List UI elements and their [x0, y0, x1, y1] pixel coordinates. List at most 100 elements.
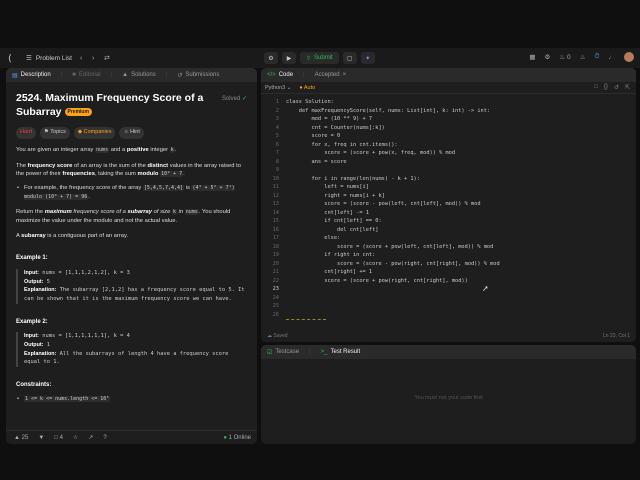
language-select[interactable]: Python3 ⌄: [265, 85, 291, 91]
code-line: 16 del cnt[left]: [261, 226, 636, 235]
code-line: 15 if cnt[left] == 0:: [261, 217, 636, 226]
settings-icon[interactable]: ⚙: [545, 53, 551, 61]
code-text: mod = (10 ** 9) + 7: [286, 116, 373, 122]
problem-title: 2524. Maximum Frequency Score of a Subar…: [16, 92, 204, 118]
line-number: 16: [272, 226, 279, 233]
bookmark-icon[interactable]: □: [594, 84, 598, 91]
prev-problem-icon[interactable]: ‹: [80, 55, 82, 62]
expand-icon[interactable]: ⇱: [625, 84, 630, 91]
code-line: 4 cnt = Counter(nums[:k]): [261, 124, 636, 133]
bell-icon[interactable]: ♩: [609, 54, 616, 61]
inline-code: 1 <= k <= nums.length <= 10⁵: [24, 395, 111, 402]
share-button[interactable]: ↗: [88, 434, 93, 441]
bold-text: subarray: [21, 232, 46, 239]
hint-button[interactable]: ☼ Hint: [119, 127, 144, 140]
code-editor[interactable]: 1 class Solution: 2 def maxFrequencyScore(…: [261, 98, 636, 328]
example-input: Input: nums = [1,1,1,2,1,2], k = 3: [24, 269, 247, 278]
streak-count: 0: [566, 54, 571, 61]
code-line: 17 else:: [261, 234, 636, 243]
line-number: 23: [272, 286, 279, 292]
text: .: [174, 147, 177, 154]
example-title: Example 1:: [16, 255, 48, 262]
example-output: Output: 5: [24, 278, 247, 287]
difficulty-badge: Hard: [16, 127, 36, 140]
tab-accepted[interactable]: Accepted ×: [315, 72, 347, 78]
star-button[interactable]: ☆: [73, 434, 78, 441]
example-box: Input: nums = [1,1,1,2,1,2], k = 3 Outpu…: [16, 269, 247, 304]
tab-submissions[interactable]: ↺ Submissions: [177, 72, 219, 79]
tab-code[interactable]: </> Code: [267, 72, 293, 78]
code-line: 1 class Solution:: [261, 98, 636, 107]
lock-icon: ◆: [77, 129, 83, 136]
run-button[interactable]: ▶: [282, 52, 296, 64]
avatar[interactable]: [624, 52, 634, 62]
divider: |: [303, 72, 305, 78]
bold-text: frequency score: [27, 162, 73, 169]
close-icon[interactable]: ×: [343, 72, 347, 78]
line-number: 22: [272, 277, 279, 284]
tab-description[interactable]: ▤ Description: [12, 72, 51, 79]
submit-button[interactable]: ⇧ Submit: [300, 52, 339, 64]
label: Output:: [24, 341, 44, 348]
timer-icon[interactable]: ⏱: [594, 53, 599, 61]
code-line: 20 score = (score - pow(right, cnt[right…: [261, 260, 636, 269]
ai-button[interactable]: ✦: [360, 52, 375, 64]
reset-icon[interactable]: ↺: [614, 84, 619, 91]
tab-editorial[interactable]: ■ Editorial: [72, 72, 100, 78]
shuffle-icon[interactable]: ⇄: [104, 55, 110, 62]
layout-icon[interactable]: ▦: [529, 53, 535, 61]
notification-icon[interactable]: ♨: [580, 53, 586, 61]
code-text: score = (score + pow(x, freq, mod)) % mo…: [286, 150, 456, 156]
code-text: if right in cnt:: [286, 252, 376, 258]
tab-label: Description: [20, 72, 51, 78]
code-line: 25: [261, 302, 636, 311]
code-line: 2 def maxFrequencyScore(self, nums: List…: [261, 107, 636, 116]
companies-button[interactable]: ◆ Companies: [73, 127, 116, 140]
topics-button[interactable]: ⚑ Topics: [39, 127, 70, 140]
debug-button[interactable]: ⚙: [264, 52, 278, 64]
notes-button[interactable]: ▢: [342, 52, 357, 64]
editor-actions: □ {} ↺ ⇱: [594, 84, 630, 91]
companies-label: Companies: [83, 129, 112, 136]
dislike-button[interactable]: ▼: [38, 435, 44, 441]
braces-icon[interactable]: {}: [604, 84, 608, 91]
bold-text: subarray: [127, 209, 153, 216]
cursor-position: Ln 23, Col 1: [603, 333, 630, 339]
code-text: score = (score - pow(left, cnt[left], mo…: [286, 201, 481, 207]
line-number: 17: [272, 235, 279, 241]
lint-warning: [286, 318, 326, 320]
nav-arrows: ‹ › ⇄: [72, 54, 110, 62]
example-box: Input: nums = [1,1,1,1,1,1], k = 4 Outpu…: [16, 332, 247, 367]
inline-code: nums: [184, 209, 199, 216]
next-problem-icon[interactable]: ›: [92, 55, 94, 62]
line-number: 10: [272, 175, 279, 182]
code-text: cnt[right] += 1: [286, 269, 373, 275]
problem-list-button[interactable]: ☰ Problem List: [26, 54, 72, 63]
line-number: 18: [272, 243, 279, 250]
tab-testcase[interactable]: ☑ Testcase: [267, 349, 299, 356]
line-number: 1: [275, 99, 279, 105]
code-line: 12 right = nums[i + k]: [261, 192, 636, 201]
code-icon: </>: [267, 72, 276, 78]
comments-button[interactable]: □ 4: [54, 435, 63, 441]
leetcode-logo-icon[interactable]: ⟨: [8, 53, 18, 63]
tab-solutions[interactable]: ▲ Solutions: [122, 72, 156, 78]
text: integer: [148, 147, 170, 154]
tag-icon: ⚑: [43, 129, 49, 136]
divider: |: [60, 72, 63, 78]
help-button[interactable]: ?: [103, 435, 106, 441]
text: For example, the frequency score of the …: [24, 185, 143, 192]
auto-mode[interactable]: ● Auto: [299, 85, 315, 91]
value: The subarray [2,1,2] has a frequency sco…: [24, 287, 245, 302]
editor-toolbar: Python3 ⌄ ● Auto: [261, 82, 636, 94]
comment-count: 4: [59, 434, 63, 441]
line-number: 2: [275, 107, 279, 114]
like-button[interactable]: ▲ 25: [14, 435, 28, 441]
tab-test-result[interactable]: >_ Test Result: [321, 349, 361, 355]
divider: |: [165, 72, 168, 78]
history-icon: ↺: [177, 72, 183, 79]
inline-code: nums: [95, 147, 110, 154]
line-number: 8: [275, 158, 279, 165]
streak-button[interactable]: ♨ 0: [559, 53, 570, 61]
code-line: 6 for x, freq in cnt.items():: [261, 141, 636, 150]
